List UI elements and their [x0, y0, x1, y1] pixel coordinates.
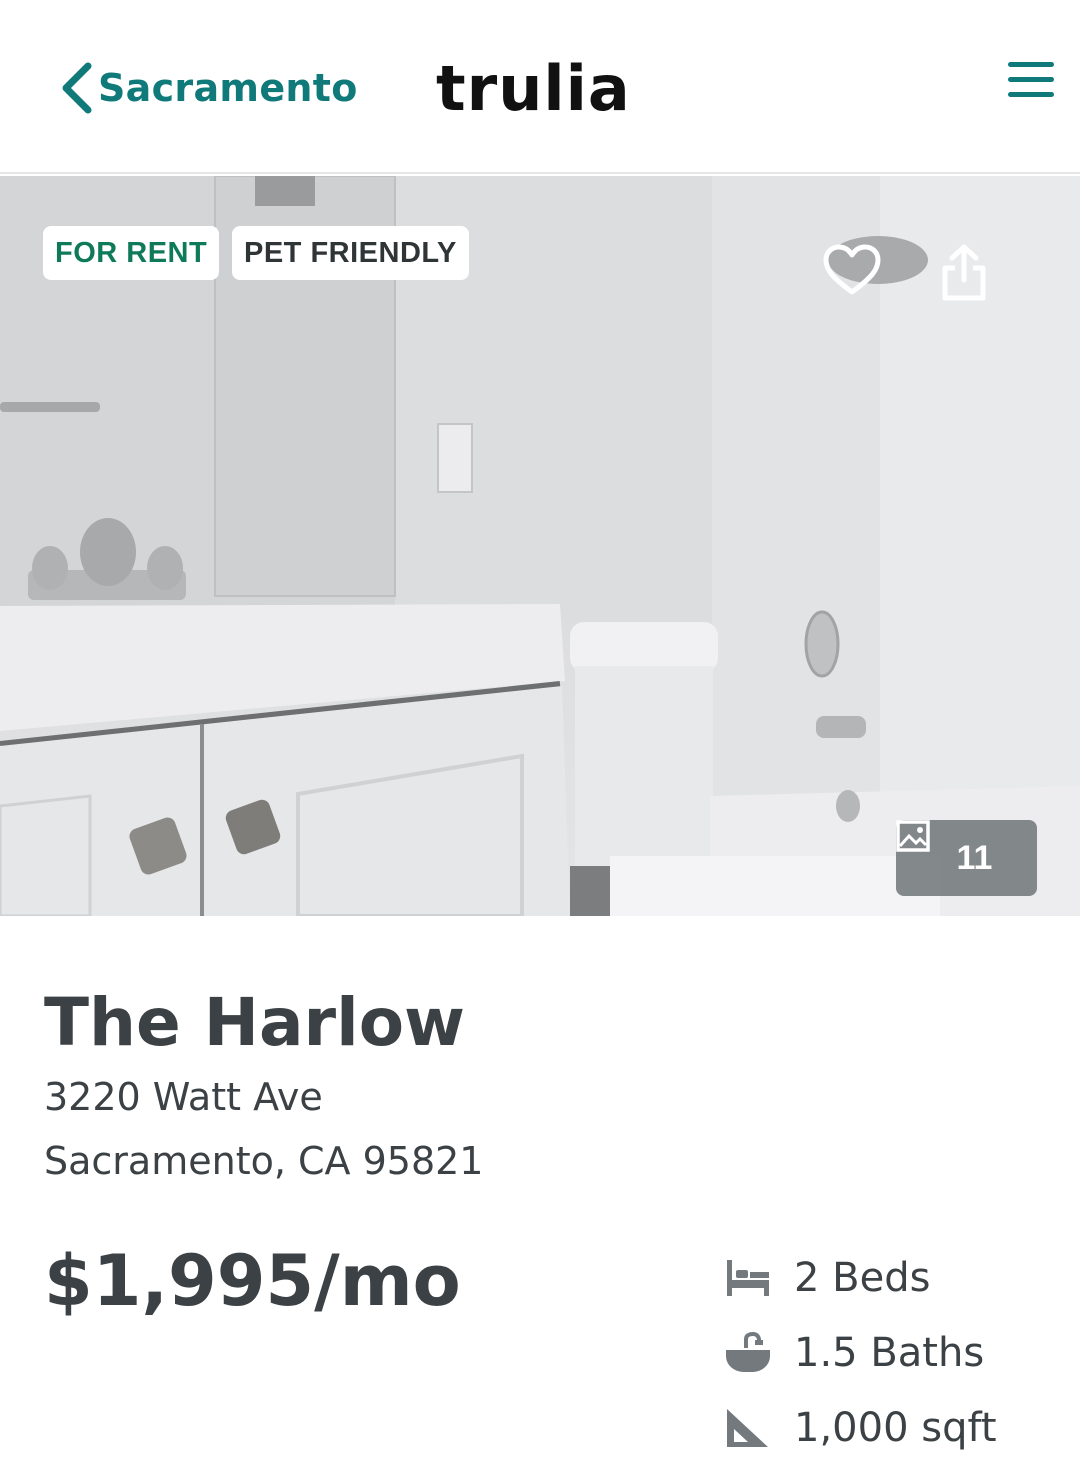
share-icon[interactable]: [941, 244, 1011, 314]
sqft-fact: 1,000 sqft: [724, 1390, 997, 1465]
photo-count: 11: [956, 838, 993, 877]
chevron-left-icon: [58, 60, 98, 116]
back-link-label: Sacramento: [98, 66, 358, 110]
listing-photo[interactable]: FOR RENT PET FRIENDLY 11: [0, 176, 1080, 916]
photo-count-button[interactable]: 11: [896, 820, 1037, 896]
bed-icon: [724, 1253, 794, 1303]
beds-label: 2 Beds: [794, 1254, 931, 1301]
address-line-2: Sacramento, CA 95821: [44, 1139, 484, 1183]
listing-title: The Harlow: [44, 984, 466, 1061]
hamburger-menu-icon[interactable]: [1008, 62, 1054, 102]
for-rent-tag: FOR RENT: [43, 226, 220, 280]
heart-icon[interactable]: [823, 244, 893, 314]
trulia-logo[interactable]: trulia: [436, 52, 631, 125]
address-line-1: 3220 Watt Ave: [44, 1075, 323, 1119]
pet-friendly-tag: PET FRIENDLY: [232, 226, 469, 280]
sqft-icon: [724, 1403, 794, 1453]
baths-label: 1.5 Baths: [794, 1329, 985, 1376]
beds-fact: 2 Beds: [724, 1240, 997, 1315]
bath-icon: [724, 1328, 794, 1378]
listing-price: $1,995/mo: [44, 1240, 461, 1322]
sqft-label: 1,000 sqft: [794, 1404, 997, 1451]
bathroom-photo-illustration: [0, 176, 1080, 916]
top-header: Sacramento trulia: [0, 0, 1080, 174]
listing-facts: 2 Beds 1.5 Baths 1,000 sqft: [724, 1240, 997, 1465]
back-link[interactable]: Sacramento: [58, 60, 358, 116]
baths-fact: 1.5 Baths: [724, 1315, 997, 1390]
